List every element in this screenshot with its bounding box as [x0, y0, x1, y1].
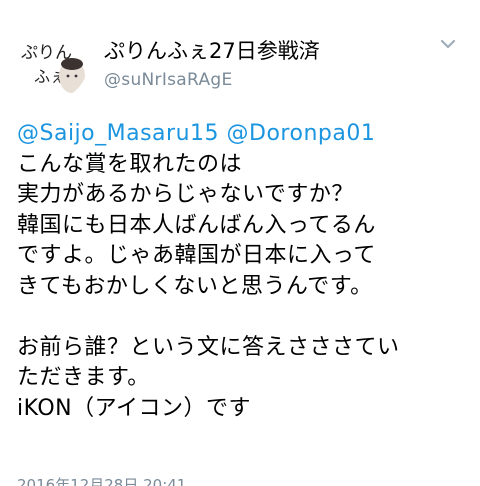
tweet-line: iKON（アイコン）です — [17, 395, 252, 421]
avatar[interactable]: ぷりん ふぇ — [14, 26, 88, 100]
tweet-line: お前ら誰？という文に答えさささてい — [17, 334, 400, 360]
avatar-image: ぷりん ふぇ — [14, 26, 88, 100]
tweet-card: ぷりん ふぇ ぷりんふぇ27日参戦済 @suNrIsaRAgE @Saijo_M… — [0, 0, 480, 486]
mention-link[interactable]: @Doronpa01 — [227, 121, 376, 146]
tweet-line: ただきます。 — [17, 365, 150, 390]
user-handle[interactable]: @suNrIsaRAgE — [104, 70, 233, 90]
tweet-line: ですよ。じゃあ韓国が日本に入って — [17, 243, 376, 268]
mention-link[interactable]: @Saijo_Masaru15 — [17, 121, 219, 146]
mention-line: @Saijo_Masaru15 @Doronpa01 — [17, 119, 477, 150]
tweet-line: こんな賞を取れたのは — [17, 151, 243, 177]
timestamp[interactable]: 2016年12月28日 20:41 — [17, 476, 186, 486]
tweet-text: @Saijo_Masaru15 @Doronpa01 こんな賞を取れたのは 実力… — [17, 119, 477, 424]
display-name[interactable]: ぷりんふぇ27日参戦済 — [104, 39, 320, 63]
tweet-line: 韓国にも日本人ばんばん入ってるん — [17, 212, 376, 238]
chevron-down-icon[interactable] — [440, 38, 456, 50]
tweet-line: 実力があるからじゃないですか？ — [17, 182, 354, 207]
tweet-line: きてもおかしくないと思うんです。 — [17, 273, 373, 299]
